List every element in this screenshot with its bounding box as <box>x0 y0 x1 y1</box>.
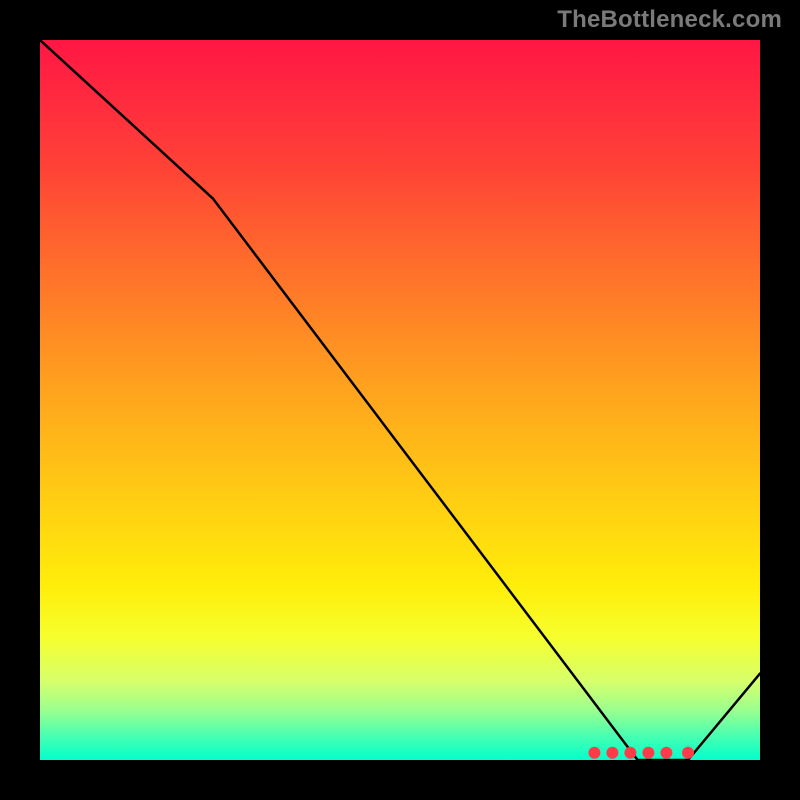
optimal-marker <box>606 747 618 759</box>
optimal-marker <box>660 747 672 759</box>
plot-area <box>40 40 760 760</box>
optimal-marker <box>588 747 600 759</box>
marker-group <box>588 747 694 759</box>
optimal-range-markers <box>40 40 760 760</box>
optimal-marker <box>682 747 694 759</box>
optimal-marker <box>642 747 654 759</box>
watermark-text: TheBottleneck.com <box>557 6 782 34</box>
optimal-marker <box>624 747 636 759</box>
chart-frame: TheBottleneck.com <box>0 0 800 800</box>
